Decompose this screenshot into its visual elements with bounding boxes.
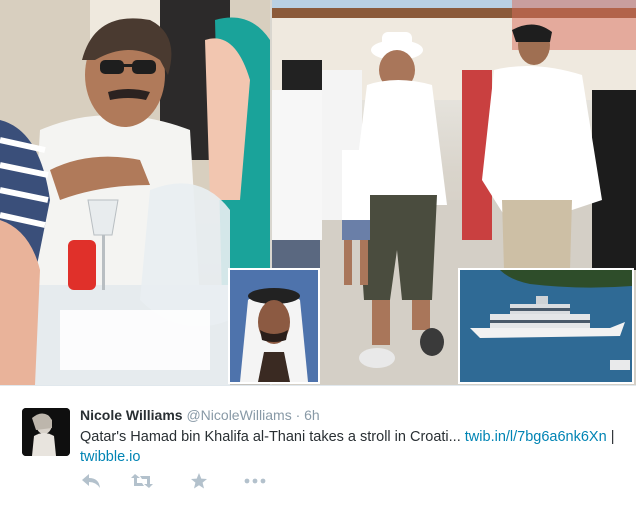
author-handle[interactable]: @NicoleWilliams xyxy=(186,407,291,423)
separator-dot: · xyxy=(295,407,301,423)
author-name[interactable]: Nicole Williams xyxy=(80,407,183,423)
tweet-text-body: Qatar's Hamad bin Khalifa al-Thani takes… xyxy=(80,429,461,445)
tweet-header: Nicole Williams @NicoleWilliams · 6h xyxy=(80,407,320,423)
reply-icon[interactable] xyxy=(80,472,104,492)
retweet-icon[interactable] xyxy=(130,472,154,492)
tweet-link-2[interactable]: twibble.io xyxy=(80,449,140,465)
tweet-link-1[interactable]: twib.in/l/7bg6a6nk6Xn xyxy=(465,429,607,445)
yacht-illustration xyxy=(460,270,632,382)
avatar-image xyxy=(22,408,70,456)
tweet-text: Qatar's Hamad bin Khalifa al-Thani takes… xyxy=(80,427,628,467)
link-separator: | xyxy=(610,429,615,445)
portrait-illustration xyxy=(230,270,318,382)
portrait-inset[interactable] xyxy=(228,268,320,384)
tweet-body: Nicole Williams @NicoleWilliams · 6h Qat… xyxy=(0,385,636,510)
avatar[interactable] xyxy=(22,408,70,456)
tweet-actions xyxy=(80,472,320,494)
favorite-icon[interactable] xyxy=(190,472,214,492)
more-icon[interactable] xyxy=(243,472,267,492)
tweet-media-collage[interactable] xyxy=(0,0,636,385)
yacht-inset[interactable] xyxy=(458,268,634,384)
timestamp[interactable]: 6h xyxy=(304,407,320,423)
